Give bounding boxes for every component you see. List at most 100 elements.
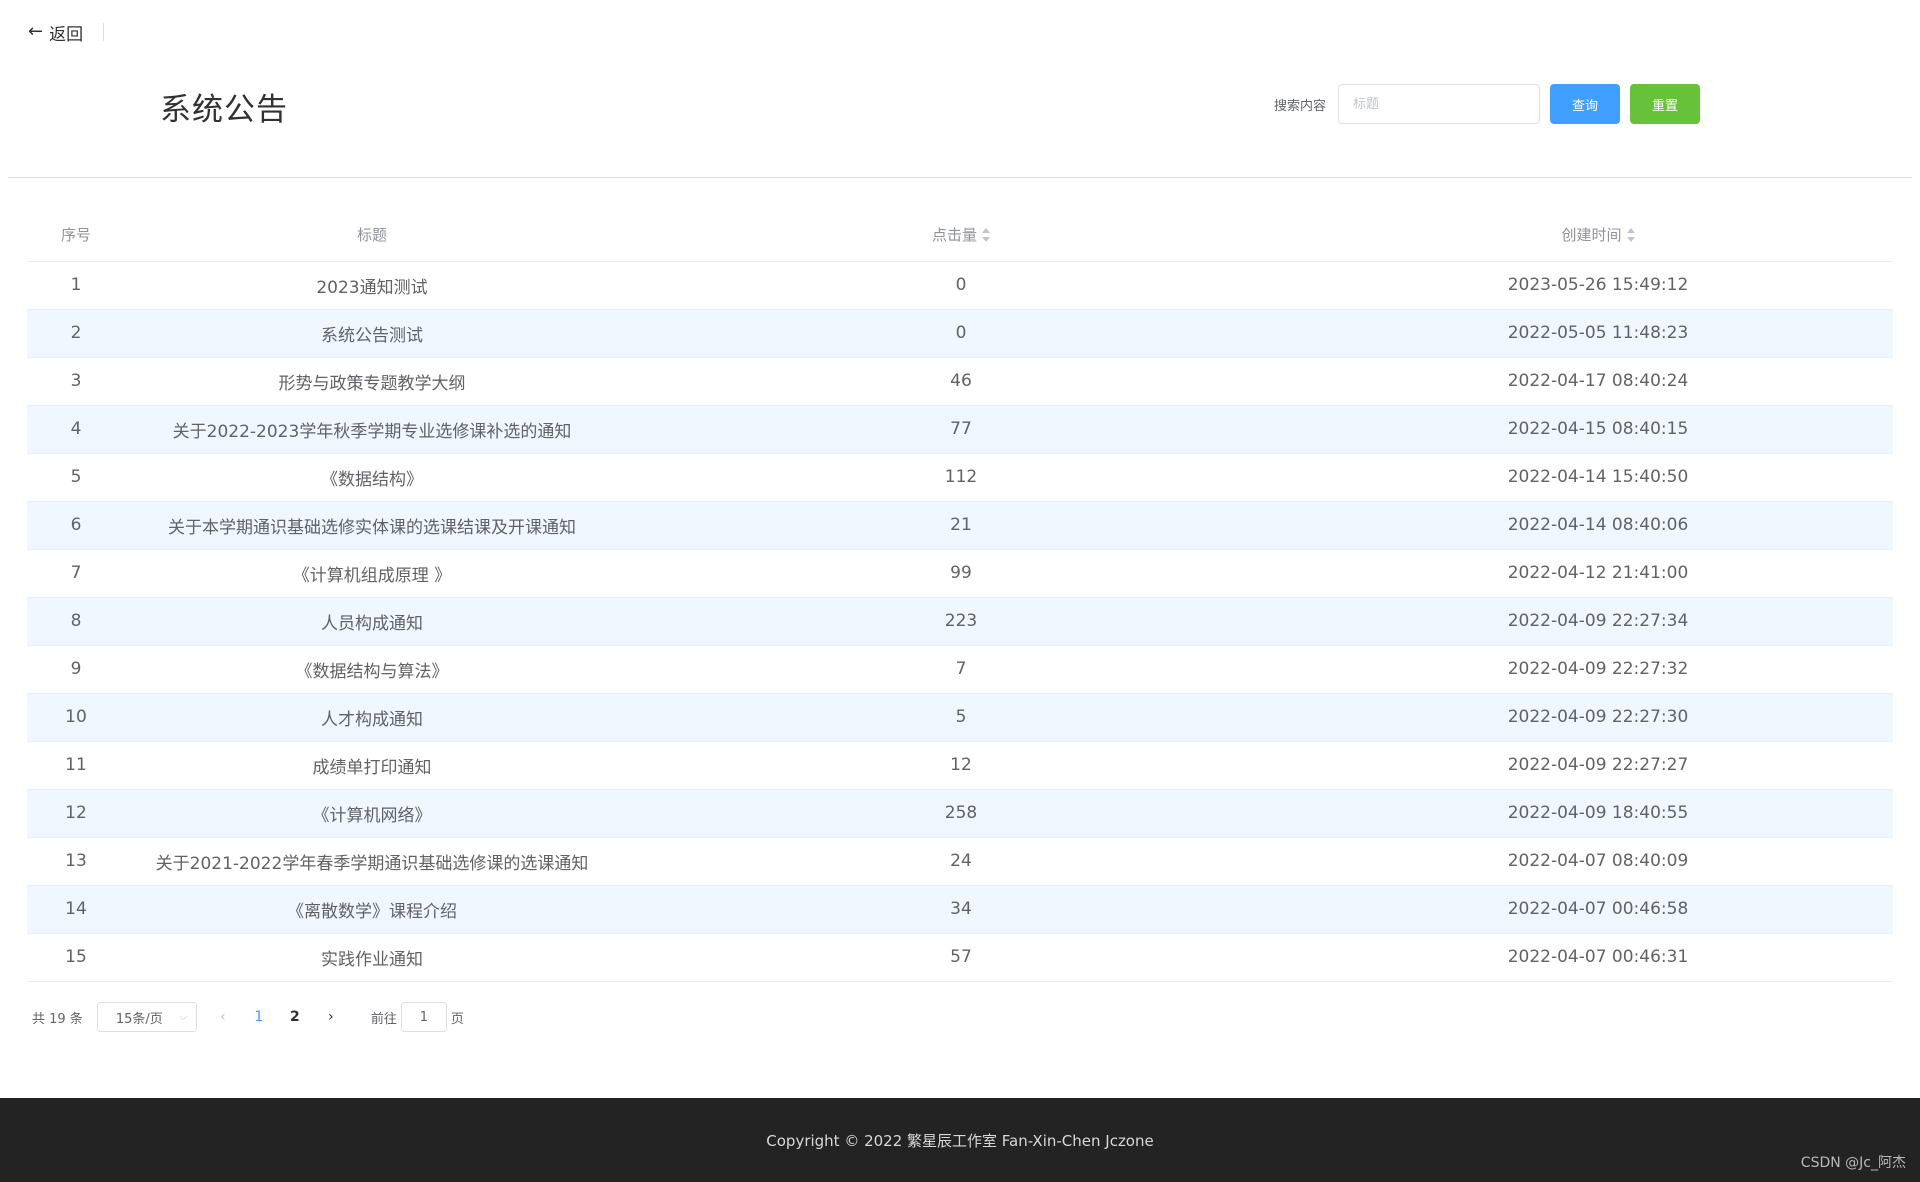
cell-created: 2022-05-05 11:48:23 [1303,309,1893,358]
cell-clicks: 5 [619,693,1303,742]
cell-clicks: 0 [619,309,1303,358]
table-row[interactable]: 2 系统公告测试 0 2022-05-05 11:48:23 [27,309,1893,358]
next-page-button[interactable]: › [313,1002,349,1032]
goto-label: 前往 [370,1011,397,1027]
cell-clicks: 12 [619,741,1303,790]
header-divider [103,23,105,41]
cell-created: 2022-04-09 22:27:34 [1303,597,1893,646]
cell-created: 2022-04-07 00:46:58 [1303,885,1893,934]
cell-title: 关于2022-2023学年秋季学期专业选修课补选的通知 [125,405,619,454]
cell-no: 8 [27,597,125,646]
search-label: 搜索内容 [1274,98,1327,114]
cell-clicks: 223 [619,597,1303,646]
cell-no: 4 [27,405,125,454]
cell-clicks: 24 [619,837,1303,886]
total-count: 共 19 条 [32,1011,83,1027]
query-button[interactable]: 查询 [1550,84,1621,124]
page-2-button[interactable]: 2 [277,1002,313,1032]
table-row[interactable]: 14 《离散数学》课程介绍 34 2022-04-07 00:46:58 [27,885,1893,934]
sort-icon[interactable] [982,228,990,243]
cell-clicks: 57 [619,933,1303,982]
table-row[interactable]: 1 2023通知测试 0 2023-05-26 15:49:12 [27,261,1893,310]
table-row[interactable]: 11 成绩单打印通知 12 2022-04-09 22:27:27 [27,741,1893,790]
cell-clicks: 258 [619,789,1303,838]
back-arrow-icon: ← [28,21,44,42]
cell-no: 1 [27,261,125,310]
watermark: CSDN @Jc_阿杰 [1800,1155,1906,1171]
page-size-value: 15条/页 [115,1011,163,1027]
pagination: 共 19 条 15条/页 ⌵ ‹ 1 2 › 前往 页 [32,1002,464,1032]
cell-clicks: 34 [619,885,1303,934]
cell-no: 12 [27,789,125,838]
cell-no: 11 [27,741,125,790]
table-row[interactable]: 5 《数据结构》 112 2022-04-14 15:40:50 [27,453,1893,502]
sort-icon[interactable] [1626,228,1635,243]
cell-title: 人员构成通知 [125,597,619,646]
table-row[interactable]: 3 形势与政策专题教学大纲 46 2022-04-17 08:40:24 [27,357,1893,406]
table-row[interactable]: 13 关于2021-2022学年春季学期通识基础选修课的选课通知 24 2022-04… [27,837,1893,886]
chevron-right-icon: › [328,1009,334,1025]
cell-no: 10 [27,693,125,742]
cell-clicks: 46 [619,357,1303,406]
table-row[interactable]: 4 关于2022-2023学年秋季学期专业选修课补选的通知 77 2022-04-15… [27,405,1893,454]
cell-created: 2023-05-26 15:49:12 [1303,261,1893,310]
cell-created: 2022-04-07 08:40:09 [1303,837,1893,886]
cell-title: 关于本学期通识基础选修实体课的选课结课及开课通知 [125,501,619,550]
table-row[interactable]: 6 关于本学期通识基础选修实体课的选课结课及开课通知 21 2022-04-14 08… [27,501,1893,550]
cell-created: 2022-04-09 22:27:27 [1303,741,1893,790]
cell-created: 2022-04-14 08:40:06 [1303,501,1893,550]
search-input[interactable] [1338,84,1541,124]
cell-created: 2022-04-17 08:40:24 [1303,357,1893,406]
table-row[interactable]: 12 《计算机网络》 258 2022-04-09 18:40:55 [27,789,1893,838]
cell-no: 14 [27,885,125,934]
cell-title: 人才构成通知 [125,693,619,742]
cell-no: 13 [27,837,125,886]
cell-no: 9 [27,645,125,694]
back-button[interactable]: ← 返回 [28,20,83,45]
cell-no: 3 [27,357,125,406]
cell-title: 《计算机组成原理 》 [125,549,619,598]
reset-button[interactable]: 重置 [1630,84,1701,124]
cell-no: 2 [27,309,125,358]
cell-no: 5 [27,453,125,502]
page: ← 返回 系统公告 搜索内容 查询 重置 序号 标题 点击量 [0,0,1920,1182]
prev-page-button[interactable]: ‹ [205,1002,241,1032]
cell-title: 成绩单打印通知 [125,741,619,790]
cell-title: 《计算机网络》 [125,789,619,838]
cell-created: 2022-04-14 15:40:50 [1303,453,1893,502]
footer: Copyright © 2022 繁星辰工作室 Fan-Xin-Chen Jcz… [0,1098,1920,1182]
table-row[interactable]: 10 人才构成通知 5 2022-04-09 22:27:30 [27,693,1893,742]
page-suffix: 页 [450,1011,464,1027]
goto-page-input[interactable] [400,1002,447,1032]
table-row[interactable]: 8 人员构成通知 223 2022-04-09 22:27:34 [27,597,1893,646]
table-row[interactable]: 15 实践作业通知 57 2022-04-07 00:46:31 [27,933,1893,982]
notice-table: 序号 标题 点击量 创建时间 1 2023通知测试 0 2023-05-26 15:4… [27,208,1893,982]
page-size-select[interactable]: 15条/页 ⌵ [96,1002,197,1032]
cell-clicks: 0 [619,261,1303,310]
page-1-button[interactable]: 1 [241,1002,277,1032]
cell-title: 实践作业通知 [125,933,619,982]
table-row[interactable]: 9 《数据结构与算法》 7 2022-04-09 22:27:32 [27,645,1893,694]
cell-clicks: 77 [619,405,1303,454]
cell-title: 《数据结构》 [125,453,619,502]
column-header-no: 序号 [27,208,125,262]
table-row[interactable]: 7 《计算机组成原理 》 99 2022-04-12 21:41:00 [27,549,1893,598]
cell-title: 关于2021-2022学年春季学期通识基础选修课的选课通知 [125,837,619,886]
cell-title: 形势与政策专题教学大纲 [125,357,619,406]
page-jumper: 前往 页 [371,1002,464,1032]
cell-clicks: 21 [619,501,1303,550]
cell-created: 2022-04-09 18:40:55 [1303,789,1893,838]
cell-created: 2022-04-09 22:27:32 [1303,645,1893,694]
table-body: 1 2023通知测试 0 2023-05-26 15:49:12 2 系统公告测试 0 202… [27,261,1893,982]
cell-title: 《离散数学》课程介绍 [125,885,619,934]
table-header-row: 序号 标题 点击量 创建时间 [27,208,1893,262]
cell-created: 2022-04-15 08:40:15 [1303,405,1893,454]
chevron-down-icon: ⌵ [179,1011,187,1023]
cell-title: 《数据结构与算法》 [125,645,619,694]
column-header-created[interactable]: 创建时间 [1303,208,1893,262]
chevron-left-icon: ‹ [220,1009,226,1025]
page-title: 系统公告 [160,92,288,128]
copyright-text: Copyright © 2022 繁星辰工作室 Fan-Xin-Chen Jcz… [766,1131,1154,1150]
cell-clicks: 99 [619,549,1303,598]
column-header-clicks[interactable]: 点击量 [619,208,1303,262]
